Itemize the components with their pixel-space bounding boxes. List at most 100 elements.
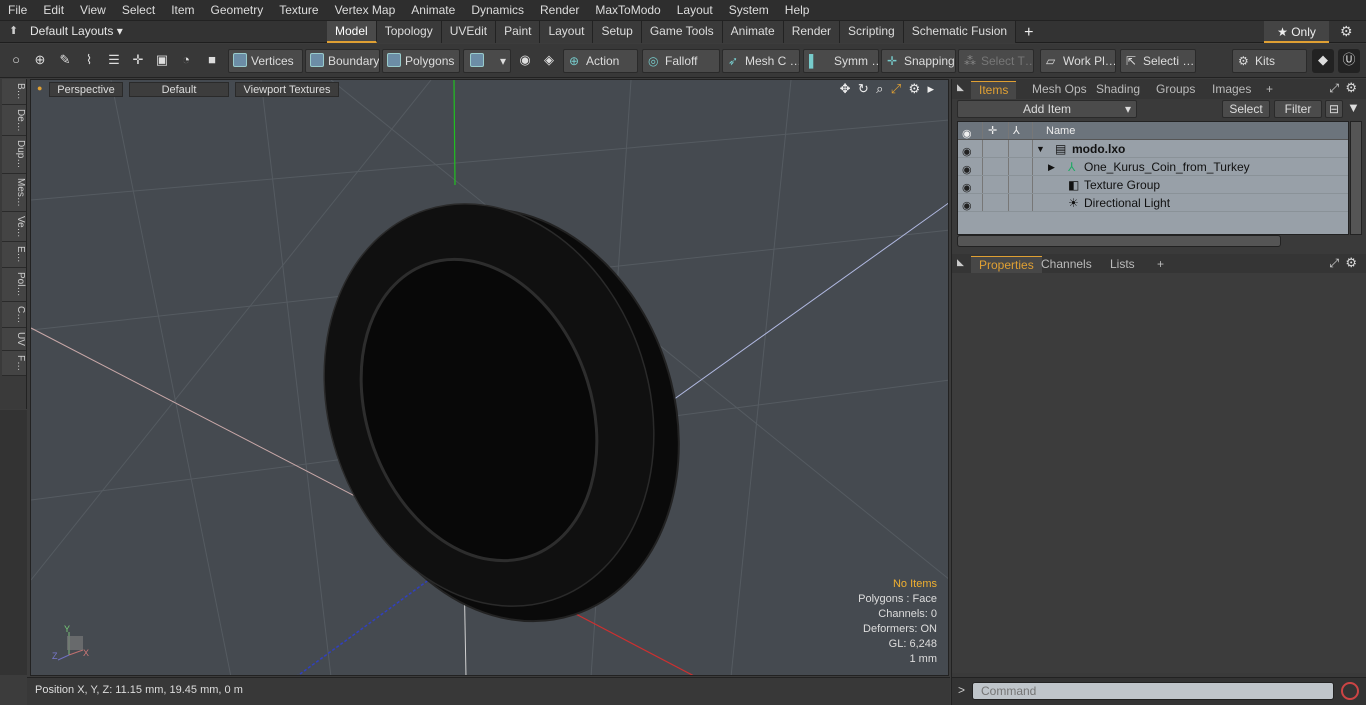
- filter-button[interactable]: Filter: [1274, 100, 1322, 118]
- play-icon[interactable]: ▸: [927, 81, 934, 96]
- gear-icon[interactable]: ⚙: [1345, 80, 1357, 96]
- left-tab-fusion[interactable]: F…: [2, 350, 26, 376]
- name-column-header[interactable]: Name: [1046, 122, 1075, 140]
- snapping-button[interactable]: ✛ Snapping: [881, 49, 956, 73]
- eye-icon[interactable]: ◉: [962, 197, 972, 215]
- menu-file[interactable]: File: [0, 0, 35, 21]
- menu-help[interactable]: Help: [777, 0, 818, 21]
- center-icon[interactable]: ✛: [127, 49, 149, 73]
- menu-layout[interactable]: Layout: [669, 0, 721, 21]
- left-tab-edge[interactable]: E…: [2, 242, 26, 269]
- viewport-dot-icon[interactable]: ●: [37, 83, 42, 93]
- viewport-textures-button[interactable]: Viewport Textures: [235, 82, 339, 97]
- tab-images[interactable]: Images: [1204, 81, 1259, 99]
- item-mode-dropdown[interactable]: ▾: [463, 49, 511, 73]
- maximize-icon[interactable]: ⤢: [1329, 81, 1339, 96]
- left-tab-basic[interactable]: B…: [2, 79, 26, 105]
- tab-paint[interactable]: Paint: [496, 21, 541, 43]
- left-tab-mesh-edit[interactable]: Mes…: [2, 173, 26, 212]
- list-item[interactable]: ◉ ◧ Texture Group: [958, 176, 1348, 194]
- list-item[interactable]: ◉ ☀ Directional Light: [958, 194, 1348, 212]
- brush-icon[interactable]: ⌇: [78, 49, 100, 73]
- cube-icon[interactable]: ■: [201, 49, 223, 73]
- menu-system[interactable]: System: [721, 0, 777, 21]
- menu-select[interactable]: Select: [114, 0, 163, 21]
- tab-layout[interactable]: Layout: [540, 21, 594, 43]
- globe-icon[interactable]: ⊕: [29, 49, 51, 73]
- tab-items[interactable]: Items: [971, 81, 1017, 99]
- add-tab-icon[interactable]: +: [1258, 81, 1281, 99]
- menu-maxtomodo[interactable]: MaxToModo: [587, 0, 668, 21]
- left-tab-deform[interactable]: De…: [2, 104, 26, 137]
- material-icon[interactable]: ◉: [514, 49, 536, 73]
- collapse-icon[interactable]: ⊟: [1325, 100, 1343, 118]
- perspective-button[interactable]: Perspective: [49, 82, 123, 97]
- compass-icon[interactable]: ◔: [175, 49, 197, 73]
- menu-edit[interactable]: Edit: [35, 0, 72, 21]
- record-icon[interactable]: [1341, 682, 1359, 700]
- only-toggle[interactable]: ★ Only: [1264, 21, 1329, 43]
- layout-dropdown[interactable]: Default Layouts ▾: [30, 24, 123, 38]
- kits-button[interactable]: ⚙ Kits: [1232, 49, 1307, 73]
- list-item[interactable]: ◉ ▼ ▤ modo.lxo: [958, 140, 1348, 158]
- tab-render[interactable]: Render: [783, 21, 841, 43]
- circle-select-icon[interactable]: ○: [5, 49, 27, 73]
- funnel-icon[interactable]: ▼: [1347, 100, 1360, 115]
- collapsed-triangle-icon[interactable]: ▶: [1048, 158, 1055, 176]
- tab-model[interactable]: Model: [327, 21, 377, 43]
- tab-game-tools[interactable]: Game Tools: [641, 21, 723, 43]
- left-tab-polygon[interactable]: Pol…: [2, 268, 26, 302]
- polygons-button[interactable]: Polygons: [382, 49, 460, 73]
- menu-dynamics[interactable]: Dynamics: [463, 0, 532, 21]
- select-button[interactable]: Select: [1222, 100, 1270, 118]
- menu-texture[interactable]: Texture: [271, 0, 326, 21]
- horizontal-scrollbar[interactable]: [957, 235, 1281, 247]
- menu-animate[interactable]: Animate: [403, 0, 463, 21]
- tab-setup[interactable]: Setup: [593, 21, 642, 43]
- add-tab-icon[interactable]: +: [1149, 256, 1172, 274]
- left-tab-vertex[interactable]: Ve…: [2, 211, 26, 243]
- tab-channels[interactable]: Channels: [1033, 256, 1100, 274]
- vertical-scrollbar[interactable]: [1350, 121, 1362, 235]
- tab-uvedit[interactable]: UVEdit: [441, 21, 497, 43]
- menu-view[interactable]: View: [72, 0, 114, 21]
- add-item-dropdown[interactable]: Add Item ▾: [957, 100, 1137, 118]
- add-tab-icon[interactable]: +: [1016, 22, 1041, 43]
- gear-icon[interactable]: ⚙: [908, 81, 920, 96]
- gear-icon[interactable]: ⚙: [1345, 255, 1357, 271]
- tab-lists[interactable]: Lists: [1102, 256, 1143, 274]
- maximize-icon[interactable]: ⤢: [891, 81, 901, 96]
- panel-menu-icon[interactable]: ◣: [957, 82, 964, 93]
- rotate-icon[interactable]: ↻: [858, 81, 869, 96]
- symmetry-button[interactable]: ▌ Symm …: [803, 49, 879, 73]
- menu-vertex-map[interactable]: Vertex Map: [327, 0, 404, 21]
- falloff-button[interactable]: ◎ Falloff: [642, 49, 720, 73]
- maximize-icon[interactable]: ⤢: [1329, 256, 1339, 271]
- coin-model[interactable]: [273, 161, 730, 666]
- list-item[interactable]: ◉ ▶ ⅄ One_Kurus_Coin_from_Turkey: [958, 158, 1348, 176]
- tab-properties[interactable]: Properties: [971, 256, 1042, 274]
- menu-geometry[interactable]: Geometry: [203, 0, 272, 21]
- tab-animate[interactable]: Animate: [722, 21, 784, 43]
- shading-button[interactable]: Default: [129, 82, 229, 97]
- pan-icon[interactable]: ✥: [840, 81, 851, 96]
- select-through-button[interactable]: ⁂ Select T…: [958, 49, 1034, 73]
- frame-icon[interactable]: ▣: [151, 49, 173, 73]
- work-plane-button[interactable]: ▱ Work Pl…: [1040, 49, 1116, 73]
- tab-shading[interactable]: Shading: [1088, 81, 1148, 99]
- menu-item[interactable]: Item: [163, 0, 202, 21]
- tab-scripting[interactable]: Scripting: [840, 21, 904, 43]
- boundary-button[interactable]: Boundary: [305, 49, 380, 73]
- mesh-constraint-button[interactable]: ➶ Mesh C …: [722, 49, 800, 73]
- left-tab-duplicate[interactable]: Dup…: [2, 136, 26, 174]
- pen-icon[interactable]: ✎: [54, 49, 76, 73]
- selection-sets-button[interactable]: ⇱ Selecti …: [1120, 49, 1196, 73]
- expanded-triangle-icon[interactable]: ▼: [1036, 140, 1045, 158]
- tab-groups[interactable]: Groups: [1148, 81, 1203, 99]
- gear-icon[interactable]: ⚙: [1340, 23, 1353, 40]
- panel-menu-icon[interactable]: ◣: [957, 257, 964, 268]
- command-input[interactable]: [972, 682, 1334, 700]
- 3d-viewport[interactable]: Y X Z ● Perspective Default Viewport Tex…: [30, 79, 949, 676]
- left-tab-curve[interactable]: C…: [2, 301, 26, 328]
- menu-render[interactable]: Render: [532, 0, 587, 21]
